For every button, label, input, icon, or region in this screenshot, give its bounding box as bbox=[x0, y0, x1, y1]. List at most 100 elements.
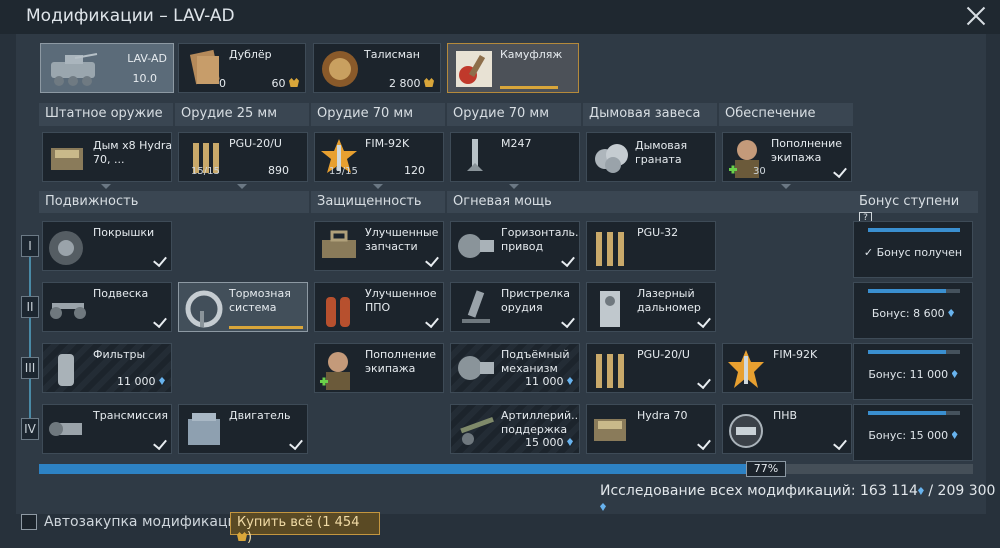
tier-bonus-text: ✓ Бонус получен bbox=[863, 246, 963, 259]
mod-adjust-label: Пристрелка орудия bbox=[501, 287, 571, 314]
weapon-crew[interactable]: Пополнение экипажа 30 bbox=[722, 132, 852, 182]
check-icon bbox=[425, 254, 439, 267]
camouflage-icon bbox=[456, 51, 492, 87]
tier-bonus-label: Бонус: 11 000 bbox=[868, 368, 949, 381]
research-icon bbox=[159, 377, 165, 385]
shells-icon bbox=[596, 354, 624, 388]
weapon-smoke[interactable]: Дымовая граната bbox=[586, 132, 716, 182]
mod-brakes-label: Тормозная система bbox=[229, 287, 291, 314]
transmission-icon bbox=[49, 422, 82, 436]
research-icon bbox=[917, 487, 924, 495]
weapon-default[interactable]: Дым x8 Hydra 70, ... bbox=[42, 132, 172, 182]
weapon-default-label: Дым x8 Hydra 70, ... bbox=[93, 139, 172, 166]
tier-1: I bbox=[21, 235, 39, 257]
vehicle-name: LAV-AD bbox=[127, 52, 167, 65]
mod-artillery[interactable]: Артиллерий... поддержка 15 000 bbox=[450, 404, 580, 454]
mod-filters-label: Фильтры bbox=[93, 348, 146, 361]
check-icon bbox=[833, 165, 847, 178]
talisman-icon bbox=[322, 51, 358, 87]
research-icon bbox=[567, 377, 573, 385]
talisman-cost-value: 2 800 bbox=[389, 77, 421, 90]
mortar-icon bbox=[462, 290, 490, 323]
gold-icon bbox=[237, 532, 247, 541]
crew-backup-card[interactable]: Дублёр 0 60 bbox=[178, 43, 306, 93]
mod-elevation-cost-value: 11 000 bbox=[525, 375, 564, 388]
tier-4: IV bbox=[21, 418, 39, 440]
tier-bonus-4: Бонус: 15 000 bbox=[853, 404, 973, 461]
mod-crew-replenish-label: Пополнение экипажа bbox=[365, 348, 437, 375]
window-title: Модификации – LAV-AD bbox=[26, 6, 235, 26]
mod-horiz-drive-label: Горизонталь... привод bbox=[501, 226, 580, 253]
weapon-header-4: Орудие 70 мм bbox=[447, 103, 581, 126]
ammo-box-icon bbox=[51, 148, 83, 170]
check-icon bbox=[153, 315, 167, 328]
mod-transmission-label: Трансмиссия bbox=[93, 409, 168, 422]
mod-pgu32[interactable]: PGU-32 bbox=[586, 221, 716, 271]
crew-backup-left: 0 bbox=[219, 77, 226, 90]
talisman-cost: 2 800 bbox=[389, 77, 434, 91]
tier-bonus-text: Бонус: 15 000 bbox=[854, 429, 972, 442]
research-percent: 77% bbox=[746, 461, 786, 477]
crewman-icon bbox=[320, 352, 350, 390]
mod-engine[interactable]: Двигатель bbox=[178, 404, 308, 454]
mod-parts-label: Улучшенные запчасти bbox=[365, 226, 439, 253]
tier-bonus-3: Бонус: 11 000 bbox=[853, 343, 973, 400]
check-icon bbox=[153, 437, 167, 450]
tyre-icon bbox=[49, 231, 83, 265]
mod-parts[interactable]: Улучшенные запчасти bbox=[314, 221, 444, 271]
tier-bonus-label: Бонус: 15 000 bbox=[868, 429, 949, 442]
tier-3: III bbox=[21, 357, 39, 379]
mod-crew-replenish[interactable]: Пополнение экипажа bbox=[314, 343, 444, 393]
research-summary: Исследование всех модификаций: 163 114 /… bbox=[600, 483, 1000, 515]
tier-bonus-2: Бонус: 8 600 bbox=[853, 282, 973, 339]
mod-transmission[interactable]: Трансмиссия bbox=[42, 404, 172, 454]
engine-icon bbox=[188, 413, 220, 445]
tier-bonus-bar bbox=[868, 228, 960, 232]
mod-ppo[interactable]: Улучшенное ППО bbox=[314, 282, 444, 332]
mod-pgu20[interactable]: PGU-20/U bbox=[586, 343, 716, 393]
tier-bonus-bar bbox=[868, 350, 960, 354]
mod-suspension[interactable]: Подвеска bbox=[42, 282, 172, 332]
mod-laser[interactable]: Лазерный дальномер bbox=[586, 282, 716, 332]
research-icon bbox=[567, 438, 573, 446]
tier-connector bbox=[29, 318, 31, 358]
check-icon bbox=[833, 437, 847, 450]
mod-hydra[interactable]: Hydra 70 bbox=[586, 404, 716, 454]
weapon-smoke-label: Дымовая граната bbox=[635, 139, 688, 166]
weapon-70mm-a-value: 120 bbox=[404, 164, 425, 177]
mod-horiz-drive[interactable]: Горизонталь... привод bbox=[450, 221, 580, 271]
vehicle-card[interactable]: LAV-AD 10.0 bbox=[40, 43, 174, 93]
section-protection: Защищенность bbox=[311, 191, 445, 213]
tier-bonus-bar bbox=[868, 411, 960, 415]
weapon-70mm-b[interactable]: M247 bbox=[450, 132, 580, 182]
camouflage-card[interactable]: Камуфляж bbox=[447, 43, 579, 93]
filter-icon bbox=[58, 354, 74, 386]
mod-elevation[interactable]: Подъёмный механизм 11 000 bbox=[450, 343, 580, 393]
weapon-25mm-label: PGU-20/U bbox=[229, 137, 282, 150]
mod-elevation-label: Подъёмный механизм bbox=[501, 348, 570, 375]
talisman-card[interactable]: Талисман 2 800 bbox=[313, 43, 441, 93]
mod-filters[interactable]: Фильтры 11 000 bbox=[42, 343, 172, 393]
buy-all-label: Купить всё (1 454 bbox=[237, 515, 360, 530]
mod-adjust[interactable]: Пристрелка орудия bbox=[450, 282, 580, 332]
mod-nvd[interactable]: ПНВ bbox=[722, 404, 852, 454]
tier-connector bbox=[29, 379, 31, 419]
weapon-70mm-b-label: M247 bbox=[501, 137, 532, 150]
vehicle-br: 10.0 bbox=[132, 72, 158, 85]
vehicle-icon bbox=[51, 53, 98, 86]
mod-filters-cost-value: 11 000 bbox=[117, 375, 156, 388]
buy-all-button[interactable]: Купить всё (1 454 ) bbox=[230, 512, 380, 545]
weapon-70mm-a[interactable]: FIM-92K 15/15 120 bbox=[314, 132, 444, 182]
weapon-25mm[interactable]: PGU-20/U 15/15 890 bbox=[178, 132, 308, 182]
check-icon bbox=[697, 437, 711, 450]
auto-buy-checkbox[interactable] bbox=[21, 514, 37, 530]
mod-tyres[interactable]: Покрышки bbox=[42, 221, 172, 271]
mod-brakes[interactable]: Тормозная система bbox=[178, 282, 308, 332]
tier-bonus-fill bbox=[868, 350, 946, 354]
down-arrow-icon bbox=[101, 184, 111, 189]
close-icon[interactable] bbox=[966, 6, 986, 26]
modifications-window: Модификации – LAV-AD LAV-AD 10.0 Дублёр … bbox=[0, 0, 1000, 548]
mod-fim92k[interactable]: FIM-92K bbox=[722, 343, 852, 393]
weapon-70mm-a-label: FIM-92K bbox=[365, 137, 410, 150]
check-icon bbox=[561, 254, 575, 267]
